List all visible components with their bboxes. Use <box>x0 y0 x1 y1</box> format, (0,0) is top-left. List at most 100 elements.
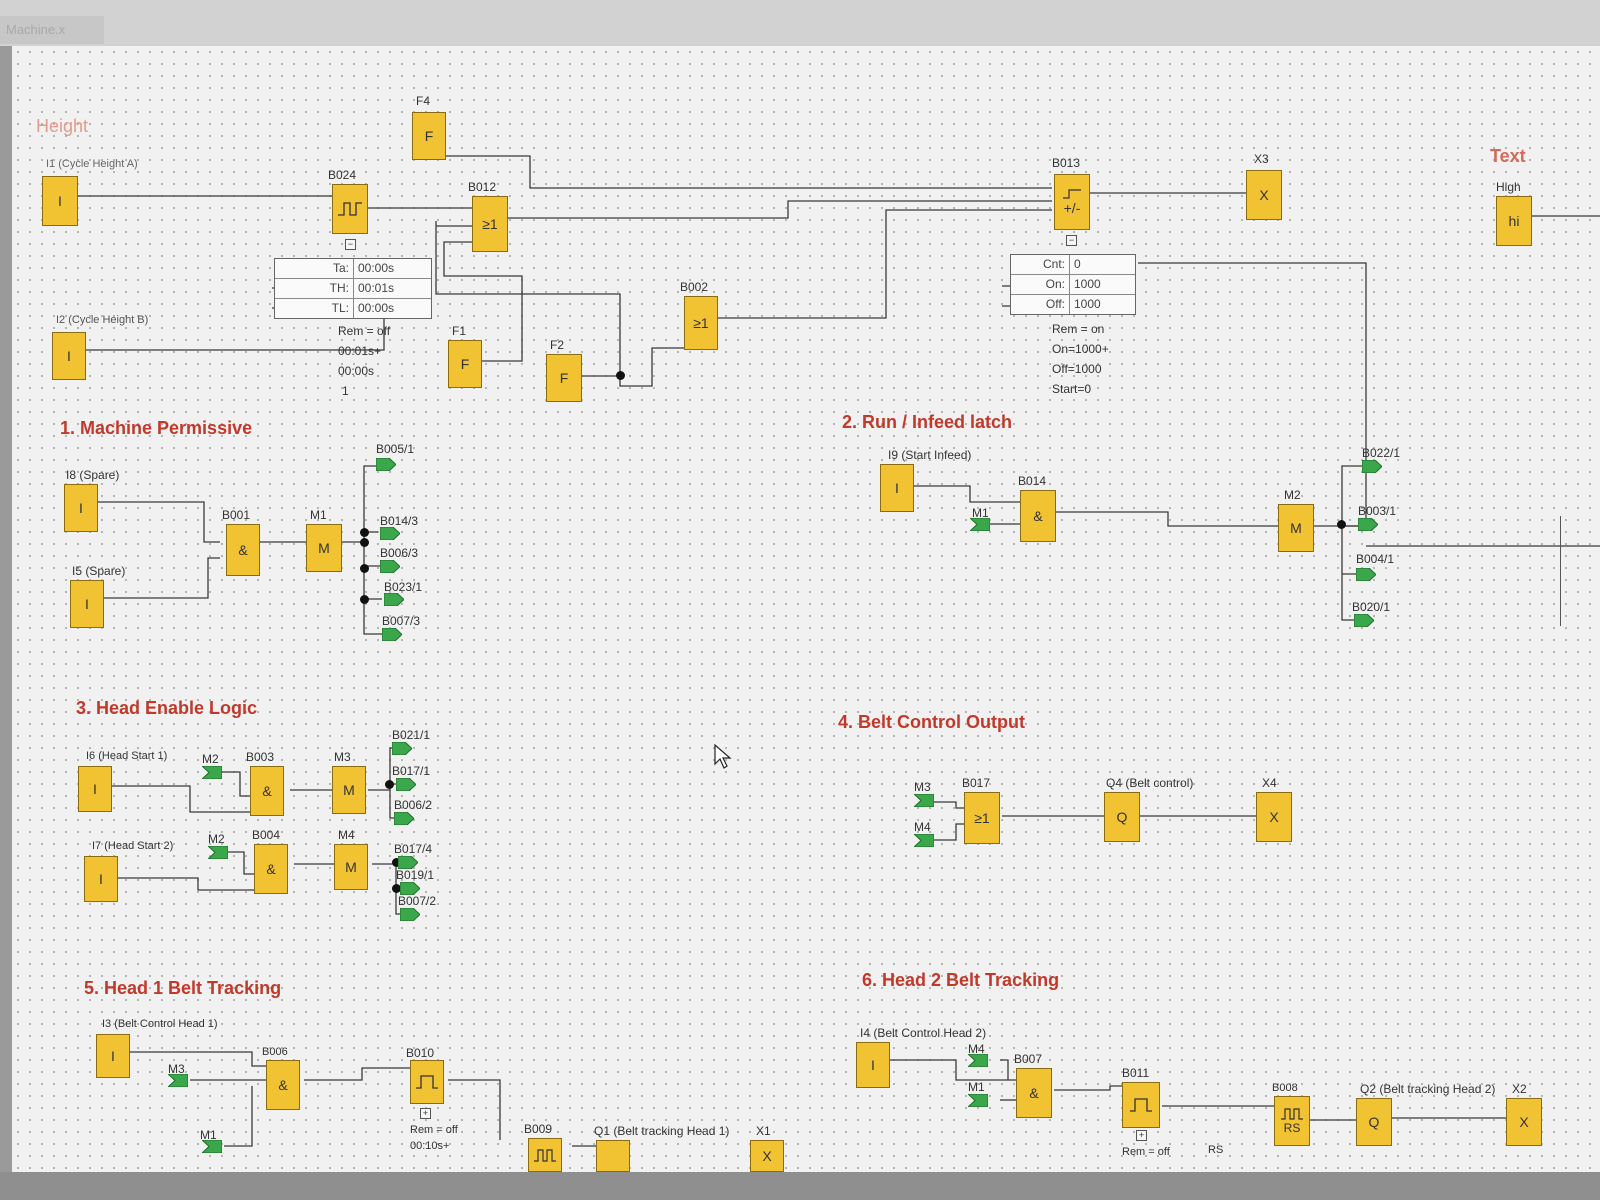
connector-flag[interactable] <box>396 778 416 791</box>
connector-label: B004/1 <box>1356 552 1395 566</box>
q1-label: Q1 (Belt tracking Head 1) <box>594 1124 730 1138</box>
input-block-i2[interactable]: I <box>52 332 86 380</box>
block-symbol: M <box>1290 520 1302 536</box>
flag-block-f2[interactable]: F <box>546 354 582 402</box>
collapse-toggle[interactable]: − <box>345 239 356 250</box>
m2-flag[interactable] <box>202 766 222 779</box>
block-symbol: M <box>318 540 330 556</box>
expand-toggle[interactable]: + <box>420 1108 431 1119</box>
param-row: TL: 00:00s <box>275 299 431 318</box>
timer-block-b010[interactable] <box>410 1060 444 1104</box>
timer-note: 00:01s+ <box>338 344 382 358</box>
connector-flag[interactable] <box>1354 614 1374 627</box>
flag-block-f4[interactable]: F <box>412 112 446 160</box>
and-block-b006[interactable]: & <box>266 1060 300 1110</box>
connector-flag[interactable] <box>1362 460 1382 473</box>
m2-flag[interactable] <box>208 846 228 859</box>
input-block-i9[interactable]: I <box>880 464 914 512</box>
output-block-x3[interactable]: X <box>1246 170 1282 220</box>
and-block-b004[interactable]: & <box>254 844 288 894</box>
f4-label: F4 <box>416 94 431 108</box>
connector-flag[interactable] <box>392 742 412 755</box>
counter-block-b013[interactable]: +/- <box>1054 174 1090 230</box>
connector-flag[interactable] <box>380 560 400 573</box>
input-block-i5[interactable]: I <box>70 580 104 628</box>
connector-flag[interactable] <box>1358 518 1378 531</box>
block-symbol: & <box>262 783 272 799</box>
input-block-i4[interactable]: I <box>856 1042 890 1088</box>
output-block-q2[interactable]: Q <box>1356 1098 1392 1146</box>
text-block-hi[interactable]: hi <box>1496 196 1532 246</box>
connector-flag[interactable] <box>384 593 404 606</box>
connector-flag[interactable] <box>380 527 400 540</box>
b001-label: B001 <box>222 508 251 522</box>
output-block-q4[interactable]: Q <box>1104 792 1140 842</box>
input-block-i3[interactable]: I <box>96 1034 130 1078</box>
q2-label: Q2 (Belt tracking Head 2) <box>1360 1082 1496 1096</box>
and-block-b014[interactable]: & <box>1020 490 1056 542</box>
wire <box>934 801 964 809</box>
output-block-x1[interactable]: X <box>750 1140 784 1172</box>
expand-toggle[interactable]: + <box>1136 1130 1147 1141</box>
or-block-b012[interactable]: ≥1 <box>472 196 508 252</box>
m4-flag[interactable] <box>914 834 934 847</box>
pulse-icon <box>1130 1098 1152 1112</box>
block-symbol: I <box>79 500 83 516</box>
input-block-i7[interactable]: I <box>84 856 118 902</box>
and-block-b003[interactable]: & <box>250 766 284 816</box>
connector-flag[interactable] <box>376 458 396 471</box>
b013-label: B013 <box>1052 156 1081 170</box>
collapse-toggle[interactable]: − <box>1066 235 1077 246</box>
marker-block-m4[interactable]: M <box>334 844 368 890</box>
rs-note: RS <box>1208 1144 1224 1156</box>
wire <box>342 465 376 543</box>
connector-flag[interactable] <box>1356 568 1376 581</box>
block-symbol: X <box>1269 809 1279 825</box>
output-block-q1[interactable] <box>596 1140 630 1172</box>
block-symbol: I <box>871 1057 875 1073</box>
output-block-x4[interactable]: X <box>1256 792 1292 842</box>
b010-label: B010 <box>406 1046 435 1060</box>
m1-flag[interactable] <box>968 1094 988 1107</box>
input-block-i8[interactable]: I <box>64 484 98 532</box>
marker-block-m3[interactable]: M <box>332 766 366 814</box>
connector-flag[interactable] <box>400 908 420 921</box>
q4-label: Q4 (Belt control) <box>1106 776 1194 790</box>
section-title-5: 5. Head 1 Belt Tracking <box>84 978 282 998</box>
latch-block-b008[interactable]: RS <box>1274 1096 1310 1146</box>
m3-flag[interactable] <box>168 1074 188 1087</box>
and-block-b001[interactable]: & <box>226 524 260 576</box>
timer-block-b009[interactable] <box>528 1138 562 1172</box>
wire <box>914 485 1020 503</box>
m3-flag[interactable] <box>914 794 934 807</box>
m1-flag[interactable] <box>202 1140 222 1153</box>
timer-parameter-table: Ta: 00:00s TH: 00:01s TL: 00:00s <box>274 258 432 319</box>
or-block-b017[interactable]: ≥1 <box>964 792 1000 844</box>
connector-flag[interactable] <box>382 628 402 641</box>
i3-label: I3 (Belt Control Head 1) <box>102 1018 218 1030</box>
output-block-x2[interactable]: X <box>1506 1098 1542 1146</box>
or-block-b002[interactable]: ≥1 <box>684 296 718 350</box>
connector-label: B023/1 <box>384 580 423 594</box>
block-symbol: F <box>460 356 470 372</box>
counter-parameter-table: Cnt: 0 On: 1000 Off: 1000 <box>1010 254 1136 315</box>
connector-flag[interactable] <box>394 812 414 825</box>
pulse-generator-block-b024[interactable] <box>332 184 368 234</box>
marker-block-m2[interactable]: M <box>1278 504 1314 552</box>
f1-label: F1 <box>452 324 467 338</box>
and-block-b007[interactable]: & <box>1016 1068 1052 1118</box>
m1-flag[interactable] <box>970 518 990 531</box>
tab-machine[interactable]: Machine.x <box>0 16 104 44</box>
diagram-canvas[interactable]: Height Text I1 (Cycle Height A) I F4 F B… <box>12 46 1600 1172</box>
m4-flag[interactable] <box>968 1054 988 1067</box>
input-block-i6[interactable]: I <box>78 766 112 812</box>
wire <box>1054 1085 1122 1091</box>
param-value: 1000 <box>1074 297 1101 311</box>
timer-block-b011[interactable] <box>1122 1082 1160 1128</box>
flag-block-f1[interactable]: F <box>448 340 482 388</box>
marker-block-m1[interactable]: M <box>306 524 342 572</box>
m3-label: M3 <box>334 750 351 764</box>
block-symbol: Q <box>1116 809 1128 825</box>
block-symbol: I <box>85 596 89 612</box>
input-block-i1[interactable]: I <box>42 176 78 226</box>
